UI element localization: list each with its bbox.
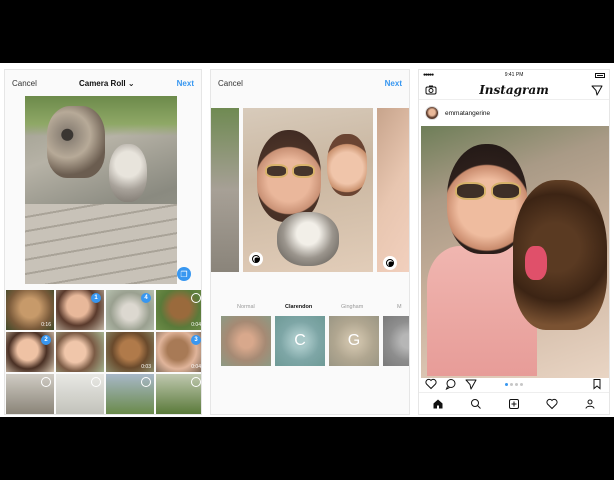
filter-editor-screen: Cancel Next Normal Clarendon Gingham M C… <box>210 69 410 415</box>
filter-tile-gingham[interactable]: G <box>329 316 379 366</box>
heart-icon[interactable] <box>425 378 437 390</box>
grid-thumbnail[interactable] <box>56 374 104 414</box>
selection-circle <box>191 377 201 387</box>
instagram-logo: Instagram <box>479 82 549 97</box>
lux-adjust-icon[interactable] <box>383 256 397 270</box>
woman-face-image <box>327 134 367 196</box>
grid-thumbnail[interactable]: 1 <box>56 290 104 330</box>
status-bar: ●●●●● 9:41 PM <box>419 70 609 80</box>
instagram-header: Instagram <box>419 80 609 100</box>
share-icon[interactable] <box>465 378 477 390</box>
filter-tile-more[interactable] <box>383 316 409 366</box>
bottom-tab-bar <box>419 392 609 414</box>
camera-roll-title[interactable]: Camera Roll ⌄ <box>79 79 135 88</box>
selection-badge: 1 <box>91 293 101 303</box>
cancel-button[interactable]: Cancel <box>218 79 243 88</box>
video-duration: 0:04 <box>191 364 201 370</box>
chevron-down-icon: ⌄ <box>127 78 135 88</box>
marketing-canvas: Cancel Camera Roll ⌄ Next ❐ 0:16 1 4 0:0… <box>0 63 614 417</box>
battery-icon <box>594 72 605 78</box>
grid-thumbnail[interactable]: 4 <box>106 290 154 330</box>
carousel-indicator <box>505 382 523 386</box>
profile-icon[interactable] <box>584 398 596 410</box>
camera-icon[interactable] <box>425 84 437 96</box>
dog-image <box>277 212 339 266</box>
activity-heart-icon[interactable] <box>546 398 558 410</box>
dog-image <box>109 144 147 202</box>
grid-thumbnail[interactable] <box>106 374 154 414</box>
post-photo[interactable] <box>421 126 609 378</box>
comment-icon[interactable] <box>445 378 457 390</box>
grid-thumbnail[interactable]: 0:04 <box>156 290 201 330</box>
lux-adjust-icon[interactable] <box>249 252 263 266</box>
signal-icon: ●●●●● <box>423 72 434 78</box>
grid-thumbnail[interactable]: 0:03 <box>106 332 154 372</box>
editor-navbar: Cancel Next <box>211 70 409 96</box>
filter-label-more[interactable]: M <box>397 304 402 310</box>
selection-circle <box>41 377 51 387</box>
grid-thumbnail[interactable]: 3 0:04 <box>156 332 201 372</box>
dog-image <box>47 106 105 178</box>
video-duration: 0:16 <box>41 322 51 328</box>
photo-grid: 0:16 1 4 0:04 2 0:03 3 0:04 <box>5 290 201 414</box>
previous-photo-peek[interactable] <box>211 108 239 272</box>
grid-thumbnail[interactable]: 0:16 <box>6 290 54 330</box>
selection-circle <box>191 293 201 303</box>
home-icon[interactable] <box>432 398 444 410</box>
search-icon[interactable] <box>470 398 482 410</box>
add-post-icon[interactable] <box>508 398 520 410</box>
filter-label-normal[interactable]: Normal <box>237 304 255 310</box>
grid-thumbnail[interactable] <box>6 374 54 414</box>
filter-label-gingham[interactable]: Gingham <box>341 304 363 310</box>
selection-circle <box>141 377 151 387</box>
filter-strip: C G <box>221 316 409 366</box>
next-button[interactable]: Next <box>177 79 194 88</box>
grid-thumbnail[interactable] <box>56 332 104 372</box>
grid-thumbnail[interactable] <box>156 374 201 414</box>
multi-select-icon[interactable]: ❐ <box>177 267 191 281</box>
status-time: 9:41 PM <box>504 72 524 78</box>
filter-label-clarendon[interactable]: Clarendon <box>285 304 312 310</box>
next-photo-peek[interactable] <box>377 108 409 272</box>
post-actions <box>419 376 609 392</box>
filter-tile-clarendon[interactable]: C <box>275 316 325 366</box>
selection-circle <box>91 377 101 387</box>
selection-badge: 4 <box>141 293 151 303</box>
editing-photo[interactable] <box>243 108 373 272</box>
selection-badge: 2 <box>41 335 51 345</box>
video-duration: 0:03 <box>141 364 151 370</box>
camera-roll-screen: Cancel Camera Roll ⌄ Next ❐ 0:16 1 4 0:0… <box>4 69 202 415</box>
avatar[interactable] <box>425 106 439 120</box>
selected-photo-preview[interactable] <box>25 96 177 284</box>
filter-tile-normal[interactable] <box>221 316 271 366</box>
video-duration: 0:04 <box>191 322 201 328</box>
feed-screen: ●●●●● 9:41 PM Instagram emmatangerine <box>418 69 610 415</box>
next-button[interactable]: Next <box>385 79 402 88</box>
post-username[interactable]: emmatangerine <box>445 110 490 117</box>
filter-name-row: Normal Clarendon Gingham M <box>211 304 409 316</box>
camera-roll-navbar: Cancel Camera Roll ⌄ Next <box>5 70 201 96</box>
direct-message-icon[interactable] <box>591 84 603 96</box>
cancel-button[interactable]: Cancel <box>12 79 37 88</box>
selection-badge: 3 <box>191 335 201 345</box>
post-header: emmatangerine <box>419 102 609 124</box>
grid-thumbnail[interactable]: 2 <box>6 332 54 372</box>
bookmark-icon[interactable] <box>591 378 603 390</box>
